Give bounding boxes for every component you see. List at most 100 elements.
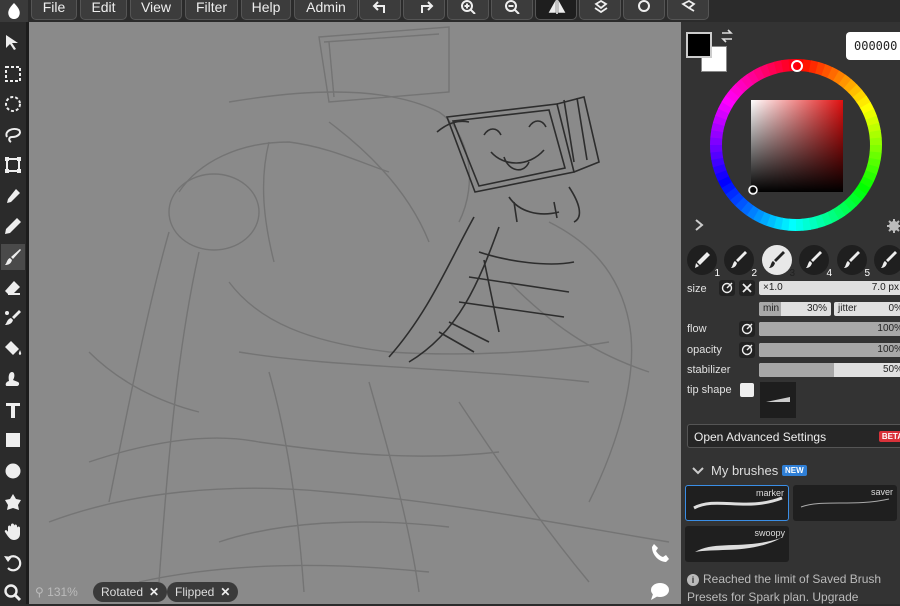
undo-button[interactable]	[359, 0, 401, 20]
flipped-chip[interactable]: Flipped ✕	[167, 582, 239, 602]
tool-fill[interactable]	[1, 336, 25, 362]
flip-button[interactable]	[535, 0, 577, 20]
circle-button[interactable]	[623, 0, 665, 20]
rectangle-shape-icon	[6, 433, 20, 447]
blend-icon	[5, 310, 21, 325]
brush-slot-1[interactable]: 1	[687, 245, 720, 279]
call-button[interactable]	[649, 542, 673, 566]
close-icon[interactable]: ✕	[149, 585, 159, 599]
flow-label: flow	[687, 323, 707, 335]
swap-colors-icon[interactable]	[719, 28, 735, 44]
flow-slider[interactable]: 100%	[759, 322, 900, 336]
new-badge: NEW	[782, 465, 807, 476]
zoom-level[interactable]: ⚲ 131%	[35, 583, 78, 601]
tip-shape-preview[interactable]	[760, 382, 796, 418]
tool-rectangle[interactable]	[1, 427, 25, 453]
rotate-icon	[4, 555, 22, 572]
tool-transform[interactable]	[1, 152, 25, 178]
close-icon[interactable]: ✕	[220, 585, 230, 599]
chevron-down-icon[interactable]	[691, 465, 705, 477]
brush-preset-saver[interactable]: saver	[793, 485, 897, 521]
tool-hand[interactable]	[1, 519, 25, 545]
lasso-icon	[5, 127, 22, 143]
rotate-view-icon	[594, 0, 608, 14]
preset-limit-notice: i Reached the limit of Saved Brush Preset…	[687, 572, 882, 604]
tool-brush[interactable]	[1, 244, 25, 270]
brush-slot-icon	[881, 251, 897, 268]
tool-ellipse-select[interactable]	[1, 91, 25, 117]
tool-rotate[interactable]	[1, 550, 25, 576]
chat-button[interactable]	[649, 580, 673, 604]
menu-view[interactable]: View	[130, 0, 182, 20]
jitter-slider[interactable]: jitter 0%	[834, 302, 900, 316]
opacity-slider[interactable]: 100%	[759, 343, 900, 357]
min-slider[interactable]: min 30%	[759, 302, 831, 316]
chat-icon	[651, 583, 669, 600]
tool-eraser[interactable]	[1, 275, 25, 301]
brush-slot-4[interactable]: 4	[799, 245, 832, 279]
pressure-icon	[741, 344, 753, 356]
gear-icon[interactable]	[886, 218, 900, 234]
stabilizer-fill	[759, 363, 834, 377]
stabilizer-slider[interactable]: 50%	[759, 363, 900, 377]
rotated-chip[interactable]: Rotated ✕	[93, 582, 168, 602]
pressure-icon	[721, 282, 733, 294]
zoom-out-button[interactable]	[491, 0, 533, 20]
flow-pressure-toggle[interactable]	[739, 321, 755, 337]
reset-view-button[interactable]	[667, 0, 709, 20]
size-slider[interactable]: ×1.0 7.0 px	[759, 281, 900, 295]
stabilizer-label: stabilizer	[687, 364, 731, 376]
rotate-view-button[interactable]	[579, 0, 621, 20]
menu-help[interactable]: Help	[241, 0, 291, 20]
tool-text[interactable]	[1, 397, 25, 423]
menu-bar: File Edit View Filter Help Admin	[0, 0, 900, 22]
app-logo[interactable]	[0, 0, 28, 22]
color-wheel[interactable]	[701, 50, 891, 240]
tool-shape[interactable]	[1, 489, 25, 515]
chevron-right-icon[interactable]	[693, 218, 705, 232]
phone-icon	[652, 544, 669, 562]
drawing-canvas[interactable]: ⚲ 131% Rotated ✕ Flipped ✕	[29, 22, 681, 604]
tool-smudge[interactable]	[1, 366, 25, 392]
size-pressure-toggle[interactable]	[719, 280, 735, 296]
size-label: size	[687, 283, 707, 295]
opacity-pressure-toggle[interactable]	[739, 342, 755, 358]
menu-admin[interactable]: Admin	[294, 0, 358, 20]
menu-file[interactable]: File	[31, 0, 77, 20]
brush-slot-2[interactable]: 2	[724, 245, 757, 279]
tool-rect-select[interactable]	[1, 61, 25, 87]
undo-icon	[372, 1, 385, 13]
menu-filter[interactable]: Filter	[185, 0, 238, 20]
logo-icon	[8, 3, 20, 19]
tool-blend[interactable]	[1, 305, 25, 331]
brush-slot-5[interactable]: 5	[837, 245, 870, 279]
fill-bucket-icon	[5, 341, 22, 355]
brush-preset-swoopy[interactable]: swoopy	[685, 526, 789, 562]
brush-preset-marker[interactable]: marker	[685, 485, 789, 521]
size-reset-button[interactable]	[739, 280, 755, 296]
brush-panel: 000000 1 2 3 4 5 6 size ×1.0 7.0 px min …	[681, 22, 900, 604]
pencil-icon	[5, 218, 21, 234]
brush-slot-icon	[695, 252, 710, 268]
tool-eyedropper[interactable]	[1, 183, 25, 209]
tool-ellipse[interactable]	[1, 458, 25, 484]
ellipse-shape-icon	[5, 463, 21, 479]
redo-button[interactable]	[403, 0, 445, 20]
brush-slot-6[interactable]: 6	[874, 245, 900, 275]
flip-icon	[548, 0, 566, 14]
tool-zoom[interactable]	[1, 580, 25, 606]
sketch-artwork	[48, 26, 670, 593]
menu-edit[interactable]: Edit	[80, 0, 127, 20]
tool-move[interactable]	[1, 30, 25, 56]
zoom-in-icon	[461, 0, 476, 14]
zoom-in-button[interactable]	[447, 0, 489, 20]
brush-slot-3[interactable]: 3	[762, 245, 795, 279]
tip-shape-checkbox[interactable]	[740, 383, 754, 397]
eyedropper-icon	[7, 189, 20, 203]
tool-lasso[interactable]	[1, 122, 25, 148]
open-advanced-settings-button[interactable]: Open Advanced Settings BETA	[687, 424, 900, 448]
beta-badge: BETA	[878, 431, 900, 442]
brush-slot-icon	[806, 251, 822, 268]
tool-pencil[interactable]	[1, 213, 25, 239]
brush-icon	[5, 249, 21, 265]
